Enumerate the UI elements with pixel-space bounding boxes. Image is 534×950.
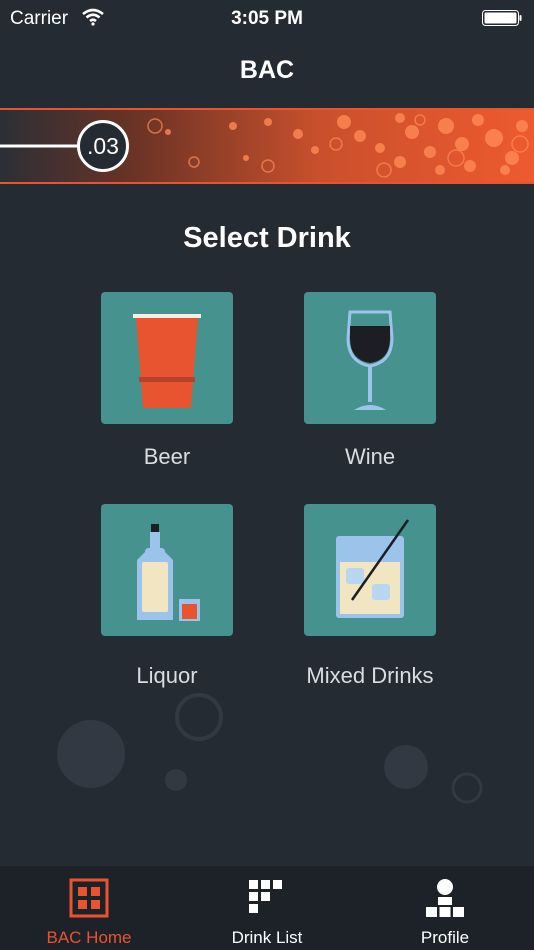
tab-bac-home[interactable]: BAC Home — [0, 866, 178, 950]
liquor-bottle-icon — [137, 524, 200, 621]
mixed-drink-icon — [336, 519, 410, 618]
tab-profile[interactable]: Profile — [356, 866, 534, 950]
tab-label: Drink List — [231, 928, 303, 947]
tab-label: Profile — [420, 928, 470, 947]
beer-cup-icon — [133, 314, 201, 408]
battery-icon — [482, 10, 522, 26]
select-drink-title: Select Drink — [183, 222, 351, 254]
page-title: BAC — [239, 56, 295, 84]
decorative-bubbles — [57, 693, 483, 804]
beer-button[interactable] — [101, 292, 233, 424]
liquor-button[interactable] — [101, 504, 233, 636]
bac-value-indicator[interactable]: .03 — [77, 120, 129, 172]
drink-list-icon — [249, 880, 282, 913]
profile-icon — [426, 879, 464, 917]
tab-label: BAC Home — [46, 928, 132, 947]
tab-bar: BAC Home Drink List Profile — [0, 866, 534, 950]
status-bar: Carrier 3:05 PM — [0, 0, 534, 38]
mixed-drinks-button[interactable] — [304, 504, 436, 636]
beer-label: Beer — [143, 444, 191, 469]
status-time: 3:05 PM — [231, 8, 303, 29]
bac-home-icon — [69, 878, 109, 918]
wine-label: Wine — [344, 444, 396, 469]
tab-drink-list[interactable]: Drink List — [178, 866, 356, 950]
wine-button[interactable] — [304, 292, 436, 424]
wine-glass-icon — [346, 310, 394, 410]
